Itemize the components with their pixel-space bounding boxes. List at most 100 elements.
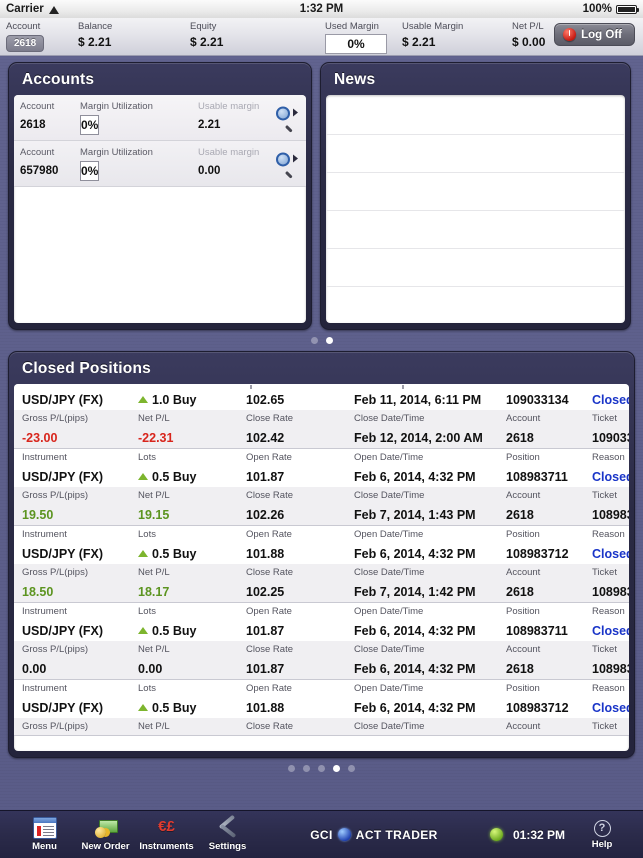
wrench-icon [216, 817, 240, 839]
pagination-dot-active[interactable] [325, 337, 333, 344]
battery-percent-label: 100% [582, 3, 612, 15]
balance-value: $ 2.21 [78, 35, 112, 49]
position-secondary-headers: Gross P/L(pips) Net P/L Close Rate Close… [14, 564, 629, 581]
wifi-icon [48, 5, 60, 14]
reason-value[interactable]: Closed by Limit Order [584, 470, 629, 484]
status-bar-left: Carrier [6, 3, 60, 15]
balance-label: Balance [78, 21, 113, 32]
ticket-value: 108983719 [592, 584, 629, 599]
account-header: Account [506, 490, 541, 501]
lots-header: Lots [138, 606, 156, 617]
close-datetime-header: Close Date/Time [354, 721, 425, 732]
summary-account: Account 2618 [0, 18, 78, 52]
closed-position-row[interactable]: Instrument Lots Open Rate Open Date/Time… [14, 680, 629, 736]
lots-value: 0.5 Buy [152, 623, 197, 638]
account-header: Account [506, 567, 541, 578]
pagination-dot[interactable] [288, 765, 295, 772]
bottom-pagination[interactable] [8, 758, 635, 778]
pagination-dot[interactable] [310, 337, 318, 344]
pagination-dot-active[interactable] [333, 765, 340, 772]
news-list-item[interactable] [326, 287, 625, 323]
toolbar-item-help[interactable]: ? Help [575, 819, 629, 850]
closed-position-row[interactable]: Instrument Lots Open Rate Open Date/Time… [14, 449, 629, 526]
margin-utilization-value[interactable]: 0% [80, 161, 100, 181]
closed-position-row[interactable]: USD/JPY (FX) 1.0 Buy 102.65 Feb 11, 2014… [14, 384, 629, 449]
news-list-item[interactable] [326, 95, 625, 135]
toolbar-item-new-order[interactable]: New Order [75, 817, 136, 852]
menu-icon [32, 817, 57, 839]
lots-header: Lots [138, 529, 156, 540]
toolbar-clock: 01:32 PM [512, 827, 565, 842]
toolbar-item-instruments[interactable]: €£ Instruments [136, 817, 197, 852]
news-list[interactable] [326, 95, 625, 323]
used-margin-label: Used Margin [325, 21, 379, 32]
toolbar-item-menu[interactable]: Menu [14, 817, 75, 852]
magnifier-icon[interactable] [276, 151, 298, 179]
battery-icon [616, 4, 639, 14]
gross-pl-value: 18.50 [22, 584, 54, 599]
open-rate-header: Open Rate [246, 683, 292, 694]
summary-used-margin: Used Margin 0% [325, 18, 402, 54]
globe-icon [337, 828, 351, 841]
accounts-list[interactable]: Account Margin Utilization Usable margin… [14, 95, 306, 323]
gross-pl-value: 19.50 [22, 507, 54, 522]
app-brand: GCI ACT TRADER [258, 828, 490, 842]
open-rate-header: Open Rate [246, 452, 292, 463]
currency-icon: €£ [158, 818, 175, 835]
account-header: Account [506, 644, 541, 655]
reason-header: Reason [592, 606, 625, 617]
position-id-value: 108983711 [506, 469, 568, 484]
pagination-dot[interactable] [318, 765, 325, 772]
top-pagination[interactable] [8, 330, 635, 350]
equity-value: $ 2.21 [190, 35, 224, 49]
gross-pl-header: Gross P/L(pips) [22, 567, 88, 578]
close-datetime-header: Close Date/Time [354, 644, 425, 655]
equity-label: Equity [190, 21, 217, 32]
margin-utilization-value[interactable]: 0% [80, 115, 100, 135]
close-datetime-value: Feb 6, 2014, 4:32 PM [354, 661, 476, 676]
connection-status-icon [489, 828, 503, 841]
account-value: 2618 [506, 584, 534, 599]
net-pl-value: 18.17 [138, 584, 170, 599]
open-rate-value: 101.87 [246, 469, 285, 484]
news-list-item[interactable] [326, 173, 625, 211]
reason-value[interactable]: Closed by Limit Order [584, 547, 629, 561]
pagination-dot[interactable] [348, 765, 355, 772]
open-rate-value: 102.65 [246, 392, 285, 407]
reason-value[interactable]: Closed by Stop Order [584, 393, 629, 407]
open-datetime-header: Open Date/Time [354, 606, 424, 617]
ticket-value: 108983711 [592, 661, 629, 676]
toolbar-right: 01:32 PM ? Help [489, 819, 629, 850]
account-selector-button[interactable]: 2618 [6, 35, 45, 52]
summary-usable-margin: Usable Margin $ 2.21 [402, 18, 512, 50]
account-row[interactable]: Account Margin Utilization Usable margin… [14, 141, 306, 187]
reason-header: Reason [592, 452, 625, 463]
open-datetime-header: Open Date/Time [354, 683, 424, 694]
account-row[interactable]: Account Margin Utilization Usable margin… [14, 95, 306, 141]
reason-value[interactable]: Closed by Trader [584, 701, 629, 715]
gross-pl-header: Gross P/L(pips) [22, 413, 88, 424]
pagination-dot[interactable] [303, 765, 310, 772]
news-list-item[interactable] [326, 211, 625, 249]
net-pl-header: Net P/L [138, 490, 170, 501]
question-mark-icon: ? [593, 819, 611, 837]
net-pl-header: Net P/L [138, 567, 170, 578]
closed-position-row[interactable]: Instrument Lots Open Rate Open Date/Time… [14, 526, 629, 603]
used-margin-value[interactable]: 0% [325, 34, 387, 54]
closed-positions-list[interactable]: USD/JPY (FX) 1.0 Buy 102.65 Feb 11, 2014… [14, 384, 629, 751]
instrument-value: USD/JPY (FX) [22, 392, 104, 407]
news-list-item[interactable] [326, 135, 625, 173]
reason-value[interactable]: Closed by Trader [584, 624, 629, 638]
main-content: Accounts Account Margin Utilization Usab… [0, 56, 643, 810]
closed-position-row[interactable]: Instrument Lots Open Rate Open Date/Time… [14, 603, 629, 680]
toolbar-item-settings[interactable]: Settings [197, 817, 258, 852]
magnifier-icon[interactable] [276, 105, 298, 133]
closed-positions-panel: Closed Positions USD/JPY (FX) 1.0 Buy 10… [8, 351, 635, 758]
news-list-item[interactable] [326, 249, 625, 287]
news-panel-title: News [334, 71, 376, 88]
log-off-button[interactable]: Log Off [554, 23, 635, 46]
position-primary-headers: Instrument Lots Open Rate Open Date/Time… [14, 449, 629, 466]
position-secondary-values: 19.50 19.15 102.26 Feb 7, 2014, 1:43 PM … [14, 504, 629, 525]
arrow-up-icon [138, 549, 148, 557]
position-secondary-values: -23.00 -22.31 102.42 Feb 12, 2014, 2:00 … [14, 427, 629, 448]
